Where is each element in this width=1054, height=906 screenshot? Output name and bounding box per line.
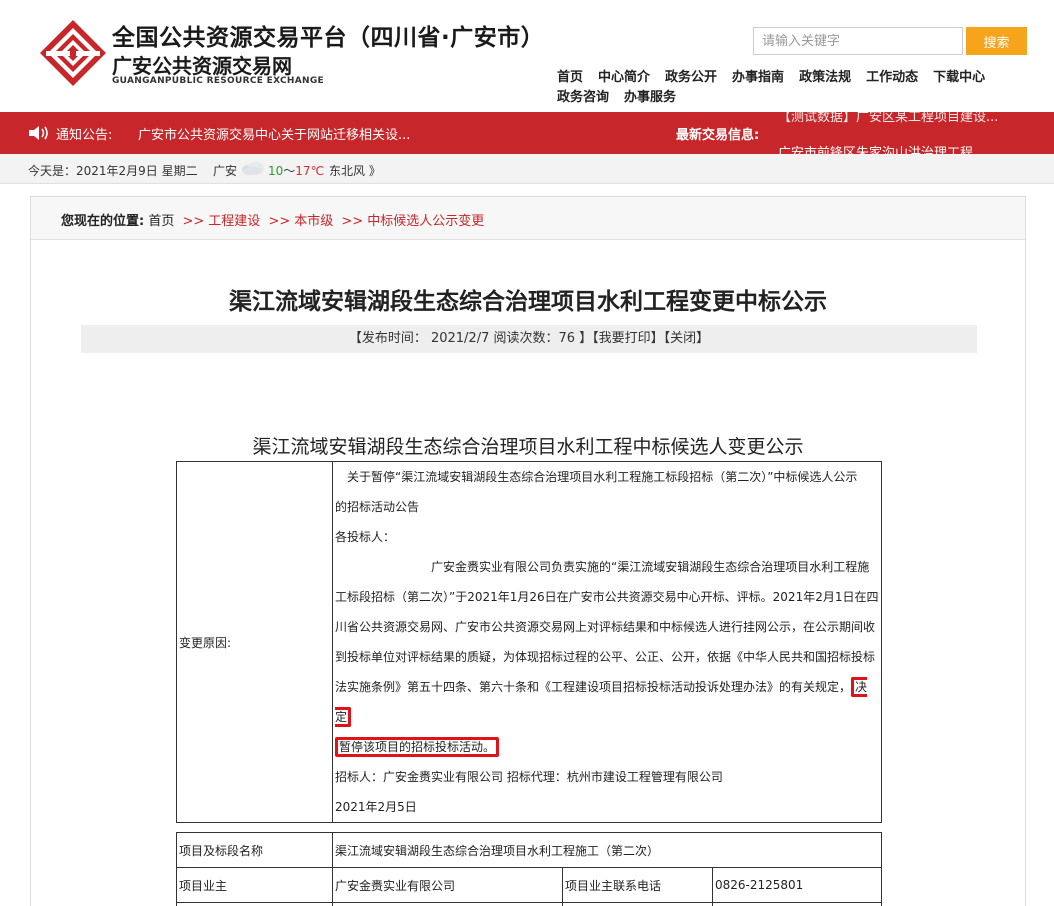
speaker-icon bbox=[29, 126, 48, 140]
breadcrumb-sep: >> bbox=[268, 214, 291, 229]
para-line: 广安金赉实业有限公司负责实施的“渠江流域安辑湖段生态综合治理项目水利工程施 bbox=[431, 560, 870, 574]
search-button[interactable]: 搜索 bbox=[966, 27, 1027, 55]
latest-trade-link[interactable]: 广安市前锋区朱家沟山洪治理工程... bbox=[778, 142, 985, 154]
nav-item-about[interactable]: 中心简介 bbox=[598, 68, 650, 88]
weather-city: 广安 bbox=[213, 164, 238, 178]
table-cell-label: 项目及标段名称 bbox=[176, 832, 333, 868]
article-subtitle: 渠江流域安辑湖段生态综合治理项目水利工程中标候选人变更公示 bbox=[252, 436, 804, 458]
para-line: 的招标活动公告 bbox=[335, 500, 420, 514]
table-row: 项目及标段名称 渠江流域安辑湖段生态综合治理项目水利工程施工（第二次） bbox=[176, 832, 882, 868]
highlight-box: 暂停该项目的招标投标活动。 bbox=[335, 737, 500, 757]
site-subtitle-en: GUANGANPUBLIC RESOURCE EXCHANGE bbox=[112, 76, 324, 86]
para-line: 各投标人： bbox=[335, 530, 396, 544]
latest-trade-label: 最新交易信息: bbox=[676, 128, 760, 143]
nav-item-download[interactable]: 下载中心 bbox=[933, 68, 985, 88]
temp-high: 17℃ bbox=[295, 164, 325, 178]
search-input[interactable] bbox=[753, 27, 963, 55]
latest-trade-link[interactable]: 【测试数据】广安区某工程项目建设... bbox=[778, 112, 998, 125]
breadcrumb-sep: >> bbox=[182, 214, 205, 229]
temperature: 10～17℃ bbox=[268, 162, 324, 179]
date-weather-bar: 今天是：2021年2月9日 星期二 广安 10～17℃ 东北风 》 bbox=[0, 154, 1054, 184]
nav-item-guide[interactable]: 办事指南 bbox=[732, 68, 784, 88]
project-info-table: 项目及标段名称 渠江流域安辑湖段生态综合治理项目水利工程施工（第二次） 项目业主… bbox=[176, 832, 882, 906]
wind-link[interactable]: 东北风 》 bbox=[329, 162, 381, 179]
breadcrumb-home[interactable]: 首页 bbox=[148, 214, 174, 229]
breadcrumb-sep: >> bbox=[341, 214, 364, 229]
main-nav: 首页 中心简介 政务公开 办事指南 政策法规 工作动态 下载中心政务咨询 办事服务 bbox=[557, 68, 1037, 108]
breadcrumb-item[interactable]: 工程建设 bbox=[208, 214, 260, 229]
temp-sep: ～ bbox=[283, 164, 296, 178]
table-cell-label: 项目业主联系电话 bbox=[562, 867, 713, 903]
change-reason-table: 变更原因: 关于暂停“渠江流域安辑湖段生态综合治理项目水利工程施工标段招标（第二… bbox=[176, 461, 882, 823]
site-title: 全国公共资源交易平台（四川省·广安市） bbox=[112, 25, 545, 51]
today-date: 今天是：2021年2月9日 星期二 bbox=[28, 164, 198, 178]
table-cell-value: 广安金赉实业有限公司 bbox=[332, 867, 563, 903]
site-header: 全国公共资源交易平台（四川省·广安市） 广安公共资源交易网 GUANGANPUB… bbox=[0, 0, 1054, 112]
breadcrumb-item[interactable]: 中标候选人公示变更 bbox=[367, 214, 484, 229]
site-logo-icon[interactable] bbox=[38, 18, 108, 88]
para-line: 关于暂停“渠江流域安辑湖段生态综合治理项目水利工程施工标段招标（第二次）”中标候… bbox=[347, 470, 858, 484]
breadcrumb-item[interactable]: 本市级 bbox=[294, 214, 333, 229]
breadcrumb: 您现在的位置: 首页 >> 工程建设 >> 本市级 >> 中标候选人公示变更 bbox=[31, 197, 1025, 240]
nav-item-public-affairs[interactable]: 政务公开 bbox=[665, 68, 717, 88]
para-line: 到投标单位对评标结果的质疑，为体现招标过程的公平、公正、公开，依据《中华人民共和… bbox=[335, 650, 876, 664]
notice-link[interactable]: 广安市公共资源交易中心关于网站迁移相关设... bbox=[138, 124, 410, 143]
change-reason-content: 关于暂停“渠江流域安辑湖段生态综合治理项目水利工程施工标段招标（第二次）”中标候… bbox=[332, 461, 882, 823]
table-cell-value: 0826-2125801 bbox=[712, 867, 882, 903]
notice-bar: 通知公告: 广安市公共资源交易中心关于网站迁移相关设... 最新交易信息: 【测… bbox=[0, 112, 1054, 154]
para-line: 2021年2月5日 bbox=[335, 800, 417, 814]
para-line: 工标段招标（第二次）”于2021年1月26日在广安市公共资源交易中心开标、评标。… bbox=[335, 590, 879, 604]
para-line: 招标人：广安金赉实业有限公司 招标代理：杭州市建设工程管理有限公司 bbox=[335, 770, 723, 784]
nav-item-home[interactable]: 首页 bbox=[557, 68, 583, 88]
para-line: 法实施条例》第五十四条、第六十条和《工程建设项目招标投标活动投诉处理办法》的有关… bbox=[335, 680, 852, 694]
table-cell-value: 渠江流域安辑湖段生态综合治理项目水利工程施工（第二次） bbox=[332, 832, 882, 868]
breadcrumb-label: 您现在的位置: bbox=[61, 214, 145, 229]
temp-low: 10 bbox=[268, 164, 284, 178]
nav-item-news[interactable]: 工作动态 bbox=[866, 68, 918, 88]
nav-item-policy[interactable]: 政策法规 bbox=[799, 68, 851, 88]
table-row bbox=[176, 902, 882, 906]
article-container: 您现在的位置: 首页 >> 工程建设 >> 本市级 >> 中标候选人公示变更 渠江流域… bbox=[30, 196, 1026, 906]
cloud-weather-icon bbox=[242, 162, 264, 175]
table-cell-label: 项目业主 bbox=[176, 867, 333, 903]
nav-item-service[interactable]: 办事服务 bbox=[624, 88, 676, 108]
nav-item-consult[interactable]: 政务咨询 bbox=[557, 88, 609, 108]
site-subtitle: 广安公共资源交易网 bbox=[112, 54, 292, 78]
table-row: 项目业主 广安金赉实业有限公司 项目业主联系电话 0826-2125801 bbox=[176, 867, 882, 903]
notice-label: 通知公告: bbox=[56, 128, 113, 143]
article-title: 渠江流域安辑湖段生态综合治理项目水利工程变更中标公示 bbox=[229, 289, 827, 315]
change-reason-label: 变更原因: bbox=[176, 461, 333, 823]
article-meta: 【发布时间： 2021/2/7 阅读次数：76 】【我要打印】【关闭】 bbox=[81, 325, 977, 353]
para-line: 川省公共资源交易网、广安市公共资源交易网上对评标结果和中标候选人进行挂网公示，在… bbox=[335, 620, 876, 634]
